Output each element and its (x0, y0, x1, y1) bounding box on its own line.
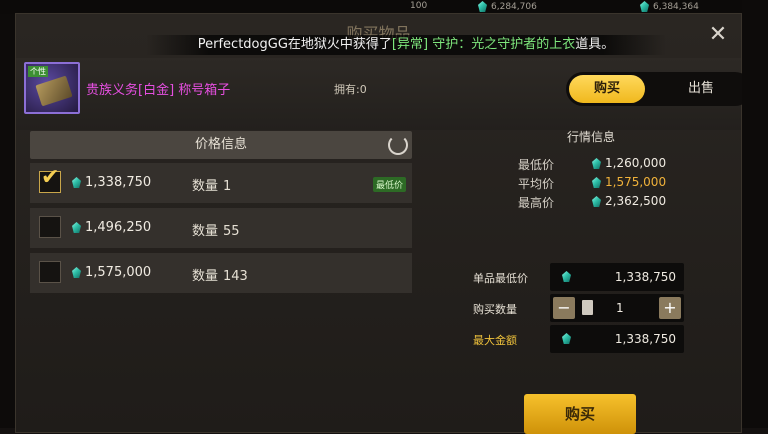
checkbox-unchecked[interactable] (39, 216, 61, 238)
market-max-row: 最高价 2,362,500 (446, 192, 736, 210)
listing-qty: 数量 55 (192, 224, 240, 239)
market-avg-label: 平均价 (518, 177, 555, 191)
market-max-value: 2,362,500 (592, 194, 666, 208)
gem-icon (640, 1, 649, 12)
quantity-label: 购买数量 (473, 303, 517, 316)
listing-row-1[interactable]: ✔ 1,338,750 数量 1 最低价 (30, 163, 412, 203)
broadcast-banner: PerfectdogGG在地狱火中获得了[异常] 守护：光之守护者的上衣道具。 (146, 35, 666, 55)
gem-icon (72, 177, 81, 188)
listing-price: 1,496,250 (72, 220, 151, 235)
quantity-stepper: − 1 + (550, 294, 684, 322)
listing-row-2[interactable]: 1,496,250 数量 55 (30, 208, 412, 248)
currency-topbar: 100 6,284,706 6,384,364 (0, 0, 768, 14)
price-info-panel: 价格信息 ✔ 1,338,750 数量 1 最低价 1,496,250 数量 55 … (30, 131, 412, 311)
listing-qty: 数量 143 (192, 269, 248, 284)
gem-icon (592, 158, 601, 169)
buy-sell-toggle: 购买 出售 (566, 72, 752, 106)
quantity-input[interactable]: 1 (616, 301, 624, 315)
gem-icon (592, 177, 601, 188)
max-total-label: 最大金额 (473, 334, 517, 347)
item-icon-tag: 个性 (28, 66, 48, 77)
checkbox-checked[interactable]: ✔ (39, 165, 61, 193)
market-avg-value: 1,575,000 (592, 175, 666, 189)
unit-price-label: 单品最低价 (473, 272, 528, 285)
gem-icon (562, 333, 571, 344)
item-name: 贵族义务[白金] 称号箱子 (86, 83, 231, 98)
right-edge (742, 0, 768, 428)
close-icon[interactable]: ✕ (707, 24, 729, 46)
tab-buy[interactable]: 购买 (569, 75, 645, 103)
listing-row-3[interactable]: 1,575,000 数量 143 (30, 253, 412, 293)
refresh-icon[interactable] (388, 135, 408, 155)
gem-icon (592, 196, 601, 207)
topbar-value-3: 6,384,364 (640, 1, 699, 12)
market-max-label: 最高价 (518, 196, 555, 210)
title-box-icon (35, 75, 73, 107)
topbar-value-1: 100 (410, 1, 428, 11)
buy-button[interactable]: 购买 (524, 394, 636, 434)
left-edge (0, 0, 15, 428)
banner-prefix: PerfectdogGG在地狱火中获得了 (197, 37, 392, 52)
item-info-row: 个性 贵族义务[白金] 称号箱子 拥有:0 购买 出售 (16, 58, 752, 130)
market-min-value: 1,260,000 (592, 156, 666, 170)
listing-qty: 数量 1 (192, 179, 232, 194)
listing-price: 1,338,750 (72, 175, 151, 190)
gem-icon (72, 222, 81, 233)
unit-price-field: 1,338,750 (550, 263, 684, 291)
checkbox-unchecked[interactable] (39, 261, 61, 283)
checkmark-icon: ✔ (41, 165, 60, 190)
market-avg-row: 平均价 1,575,000 (446, 173, 736, 191)
price-info-header: 价格信息 (30, 131, 412, 159)
market-min-row: 最低价 1,260,000 (446, 154, 736, 172)
minus-button[interactable]: − (553, 297, 575, 319)
tab-sell[interactable]: 出售 (666, 75, 736, 103)
banner-suffix: 道具。 (575, 37, 615, 52)
market-min-label: 最低价 (518, 158, 555, 172)
item-icon[interactable]: 个性 (24, 62, 80, 114)
gem-icon (478, 1, 487, 12)
max-total-field: 1,338,750 (550, 325, 684, 353)
topbar-value-2: 6,284,706 (478, 1, 537, 12)
gem-icon (562, 271, 571, 282)
calculator-icon[interactable] (582, 300, 593, 315)
plus-button[interactable]: + (659, 297, 681, 319)
owned-count: 拥有:0 (334, 83, 367, 96)
market-info-title: 行情信息 (566, 130, 615, 144)
market-info-panel: 行情信息 最低价 1,260,000 平均价 1,575,000 最高价 2,3… (446, 124, 736, 234)
purchase-window: 购买物品 ✕ PerfectdogGG在地狱火中获得了[异常] 守护：光之守护者… (15, 13, 752, 434)
banner-highlight: [异常] 守护：光之守护者的上衣 (391, 37, 576, 52)
lowest-price-badge: 最低价 (372, 177, 406, 192)
listing-price: 1,575,000 (72, 265, 151, 280)
gem-icon (72, 267, 81, 278)
price-info-title: 价格信息 (194, 137, 247, 152)
